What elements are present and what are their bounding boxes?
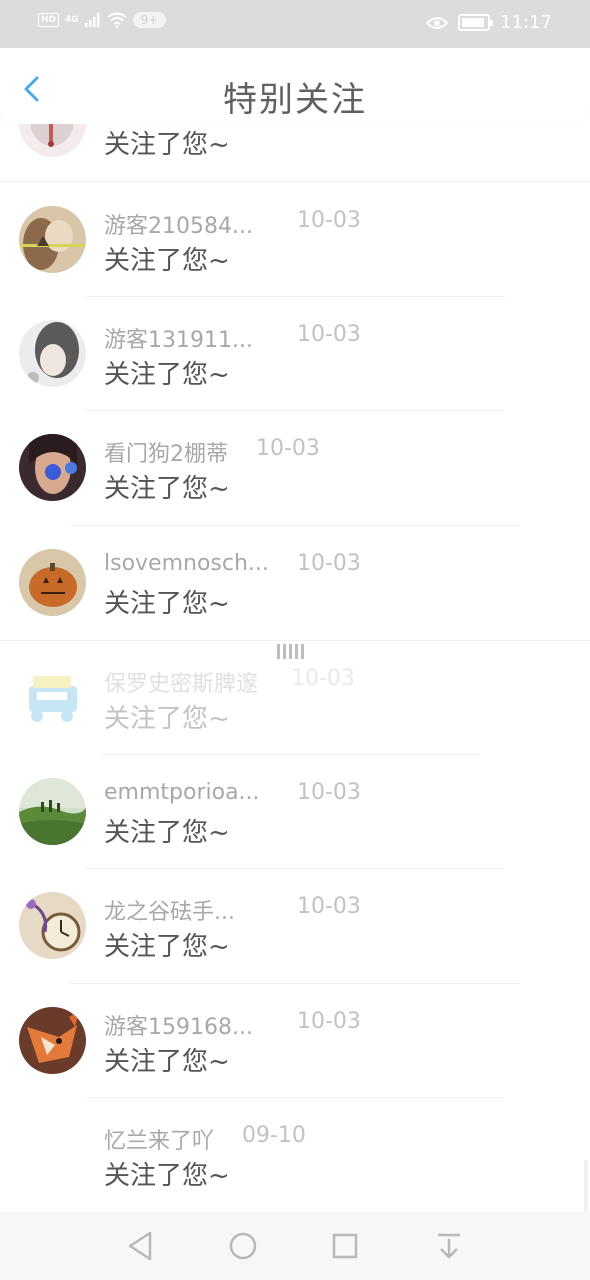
follow-message: 关注了您~ xyxy=(104,1161,230,1191)
follow-message: 关注了您~ xyxy=(104,1047,230,1077)
wifi-icon xyxy=(107,12,127,28)
follow-message: 关注了您~ xyxy=(104,246,230,276)
user-avatar[interactable] xyxy=(19,1121,86,1188)
list-item[interactable]: 关注了您~ xyxy=(0,124,590,180)
follow-message: 关注了您~ xyxy=(104,818,230,848)
list-item[interactable]: 忆兰来了吖 09-10 关注了您~ xyxy=(0,1097,590,1211)
user-avatar[interactable] xyxy=(19,124,86,157)
follow-date: 10-03 xyxy=(291,666,355,691)
nav-back-icon[interactable] xyxy=(126,1230,154,1262)
header: 特别关注 xyxy=(0,48,590,124)
user-name: 看门狗2棚蒂 xyxy=(104,442,228,467)
user-name: 忆兰来了吖 xyxy=(104,1129,215,1154)
follow-date: 10-03 xyxy=(256,436,320,461)
follow-date: 10-03 xyxy=(297,551,361,576)
follow-date: 10-03 xyxy=(297,1009,361,1034)
follow-message: 关注了您~ xyxy=(104,589,230,619)
battery-icon xyxy=(458,14,494,31)
nav-dropdown-icon[interactable] xyxy=(435,1230,463,1262)
eye-icon xyxy=(426,16,449,29)
list-item[interactable]: 游客159168... 10-03 关注了您~ xyxy=(0,983,590,1097)
follow-date: 10-03 xyxy=(297,208,361,233)
user-name: lsovemnosch... xyxy=(104,551,269,576)
follow-list: 关注了您~ 游客210584... 10-03 关注了您~ 游客131911..… xyxy=(0,124,590,1212)
list-item[interactable]: 游客131911... 10-03 关注了您~ xyxy=(0,296,590,410)
user-avatar[interactable] xyxy=(19,778,86,845)
follow-date: 10-03 xyxy=(297,780,361,805)
follow-message: 关注了您~ xyxy=(104,932,230,962)
follow-message: 关注了您~ xyxy=(104,474,230,504)
page-title: 特别关注 xyxy=(223,80,367,120)
list-item[interactable]: 游客210584... 10-03 关注了您~ xyxy=(0,182,590,296)
status-bar: HD 4G 9+ 11:17 xyxy=(0,0,590,48)
status-time: 11:17 xyxy=(500,12,552,33)
user-name: 游客131911... xyxy=(104,328,253,353)
signal-icon xyxy=(84,13,100,27)
notification-badge: 9+ xyxy=(132,12,167,28)
user-avatar[interactable] xyxy=(19,1007,86,1074)
follow-date: 10-03 xyxy=(297,894,361,919)
list-item[interactable]: 看门狗2棚蒂 10-03 关注了您~ xyxy=(0,410,590,524)
user-avatar[interactable] xyxy=(19,320,86,387)
user-avatar[interactable] xyxy=(19,664,86,731)
nav-home-icon[interactable] xyxy=(228,1230,258,1262)
user-name: 保罗史密斯脾邃 xyxy=(104,672,259,697)
user-avatar[interactable] xyxy=(19,892,86,959)
system-nav-bar xyxy=(0,1212,590,1280)
user-avatar[interactable] xyxy=(19,206,86,273)
scrollbar[interactable] xyxy=(584,1160,588,1212)
user-avatar[interactable] xyxy=(19,549,86,616)
network-indicator: 4G xyxy=(65,15,79,25)
follow-date: 10-03 xyxy=(297,322,361,347)
follow-message: 关注了您~ xyxy=(104,130,230,160)
user-name: 游客210584... xyxy=(104,214,253,239)
follow-date: 09-10 xyxy=(242,1123,306,1148)
nav-recent-icon[interactable] xyxy=(331,1230,359,1262)
user-name: 龙之谷砝手... xyxy=(104,900,235,925)
follow-message: 关注了您~ xyxy=(104,704,230,734)
list-item[interactable]: 龙之谷砝手... 10-03 关注了您~ xyxy=(0,868,590,982)
user-name: 游客159168... xyxy=(104,1015,253,1040)
list-item[interactable]: lsovemnosch... 10-03 关注了您~ xyxy=(0,525,590,639)
follow-message: 关注了您~ xyxy=(104,360,230,390)
drag-handle[interactable] xyxy=(277,644,304,659)
user-name: emmtporioa... xyxy=(104,780,260,805)
user-avatar[interactable] xyxy=(19,434,86,501)
hd-indicator: HD xyxy=(38,13,60,27)
list-item[interactable]: emmtporioa... 10-03 关注了您~ xyxy=(0,754,590,868)
